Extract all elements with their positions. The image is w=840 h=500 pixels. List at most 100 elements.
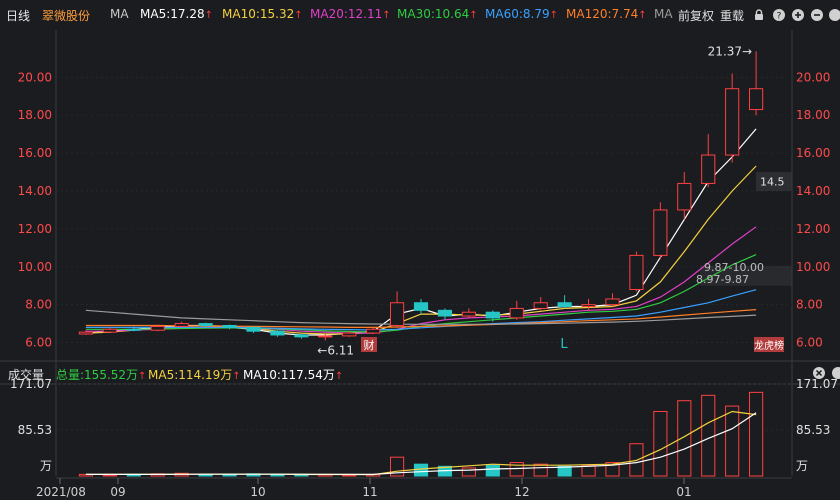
volume-tick-right: 85.53 xyxy=(796,423,830,437)
earnings-marker xyxy=(361,337,377,352)
zoom-out-icon[interactable] xyxy=(810,8,824,22)
zoom-in-icon[interactable] xyxy=(791,8,805,22)
zone-band xyxy=(700,265,792,286)
help-icon[interactable]: ? xyxy=(772,8,786,22)
volume-tick-left: 85.53 xyxy=(18,423,52,437)
volume-total: 总量:155.52万↑ xyxy=(56,366,146,383)
price-tick-left: 16.00 xyxy=(18,146,52,160)
price-tick-right: 20.00 xyxy=(796,70,830,84)
volume-ma5-value: MA5:114.19万 xyxy=(148,368,233,382)
volume-ma5: MA5:114.19万↑ xyxy=(148,366,241,383)
volume-bar xyxy=(150,473,165,477)
price-tick-right: 12.00 xyxy=(796,222,830,236)
lock-icon[interactable] xyxy=(752,8,766,22)
ma20-value: MA20:12.11 xyxy=(310,7,383,21)
price-tick-left: 12.00 xyxy=(18,222,52,236)
volume-title[interactable]: 成交量 xyxy=(8,366,44,383)
volume-bar xyxy=(533,463,548,477)
ma30-up-icon: ↑ xyxy=(469,10,478,21)
candle-body xyxy=(318,335,333,338)
candle-body xyxy=(701,154,716,184)
candle-body xyxy=(222,324,237,328)
volume-bar xyxy=(198,473,213,477)
volume-bar xyxy=(294,474,309,477)
price-tick-left: 18.00 xyxy=(18,108,52,122)
volume-bar xyxy=(437,465,453,477)
candle-body xyxy=(126,328,141,331)
ma10-label: MA10:15.32↑ xyxy=(222,7,303,21)
zone1-label: 9.87-10.00 xyxy=(704,261,764,274)
candle-body xyxy=(366,328,381,334)
candle-body xyxy=(533,302,548,309)
ma-selector[interactable]: MA xyxy=(110,7,129,21)
ma10-up-icon: ↑ xyxy=(294,10,303,21)
ma120-label: MA120:7.74↑ xyxy=(566,7,647,21)
volume-ma10-value: MA10:117.54万 xyxy=(243,368,335,382)
ma-line-ma60 xyxy=(85,289,757,331)
price-tick-left: 14.00 xyxy=(18,184,52,198)
volume-bar xyxy=(102,474,117,477)
ma60-value: MA60:8.79 xyxy=(485,7,550,21)
volume-total-value: 总量:155.52万 xyxy=(56,368,139,382)
candle-body xyxy=(677,182,692,211)
kline-chart: 20.00 20.00 18.00 18.00 16.00 16.00 14.00 14.00… xyxy=(0,30,840,499)
ma-line-ma20 xyxy=(85,226,757,334)
candle-body xyxy=(102,328,117,333)
price-tick-right: 6.00 xyxy=(796,336,823,350)
price-tick-right: 14.00 xyxy=(796,184,830,198)
volume-bar xyxy=(557,465,572,477)
adjust-button[interactable]: 前复权 xyxy=(678,7,714,24)
volume-bar xyxy=(222,474,237,477)
stock-name: 翠微股份 xyxy=(42,9,91,23)
zone2-label: 8.97-9.87 xyxy=(696,273,749,286)
volume-bar xyxy=(677,400,692,477)
candle-body xyxy=(294,334,309,338)
overlay-button[interactable]: 重载 xyxy=(720,7,744,24)
candle-body xyxy=(629,254,644,290)
volume-bar xyxy=(413,463,429,477)
price-tick-right: 8.00 xyxy=(796,298,823,312)
candle-body xyxy=(725,88,740,156)
price-tick-right: 10.00 xyxy=(796,260,830,274)
volume-ma5-line xyxy=(85,410,757,476)
close-icon[interactable] xyxy=(812,366,826,380)
volume-more-icon[interactable] xyxy=(830,366,840,380)
volume-ma10: MA10:117.54万↑ xyxy=(243,366,343,383)
more-icon[interactable] xyxy=(828,8,840,22)
x-tick-label: 10 xyxy=(250,485,265,499)
candle-body xyxy=(557,302,572,308)
ma60-up-icon: ↑ xyxy=(549,10,558,21)
l-marker: L xyxy=(560,337,568,352)
volume-bar xyxy=(366,473,381,477)
ma5-up-icon: ↑ xyxy=(204,10,213,21)
svg-text:?: ? xyxy=(777,12,782,22)
volume-bar xyxy=(485,464,500,477)
ma60-label: MA60:8.79↑ xyxy=(485,7,558,21)
volume-bar xyxy=(509,462,524,477)
earnings-marker-text: 财 xyxy=(364,338,375,352)
candle-body xyxy=(150,325,165,331)
high-annotation: 21.37→ xyxy=(708,44,752,58)
ma120-up-icon: ↑ xyxy=(638,10,647,21)
volume-bar xyxy=(749,391,764,477)
period-tab[interactable]: 日线 xyxy=(6,7,30,24)
volume-bar xyxy=(605,462,620,477)
ma20-up-icon: ↑ xyxy=(382,10,391,21)
volume-bar xyxy=(126,473,141,477)
ma-overflow: MA xyxy=(654,7,673,21)
volume-bar xyxy=(629,443,644,477)
price-tick-left: 6.00 xyxy=(25,336,52,350)
candle-body xyxy=(174,323,189,327)
x-tick-label: 01 xyxy=(676,485,691,499)
ma5-value: MA5:17.28 xyxy=(140,7,205,21)
ma5-label: MA5:17.28↑ xyxy=(140,7,213,21)
candle-body xyxy=(342,332,357,337)
candle-body xyxy=(509,307,524,319)
candle-body xyxy=(605,298,620,306)
dragon-tiger-marker-text: 龙虎榜 xyxy=(754,339,784,352)
volume-unit-left: 万 xyxy=(40,459,52,473)
ma30-value: MA30:10.64 xyxy=(397,7,470,21)
ma10-value: MA10:15.32 xyxy=(222,7,295,21)
volume-unit-right: 万 xyxy=(796,459,808,473)
candle-body xyxy=(246,326,261,332)
